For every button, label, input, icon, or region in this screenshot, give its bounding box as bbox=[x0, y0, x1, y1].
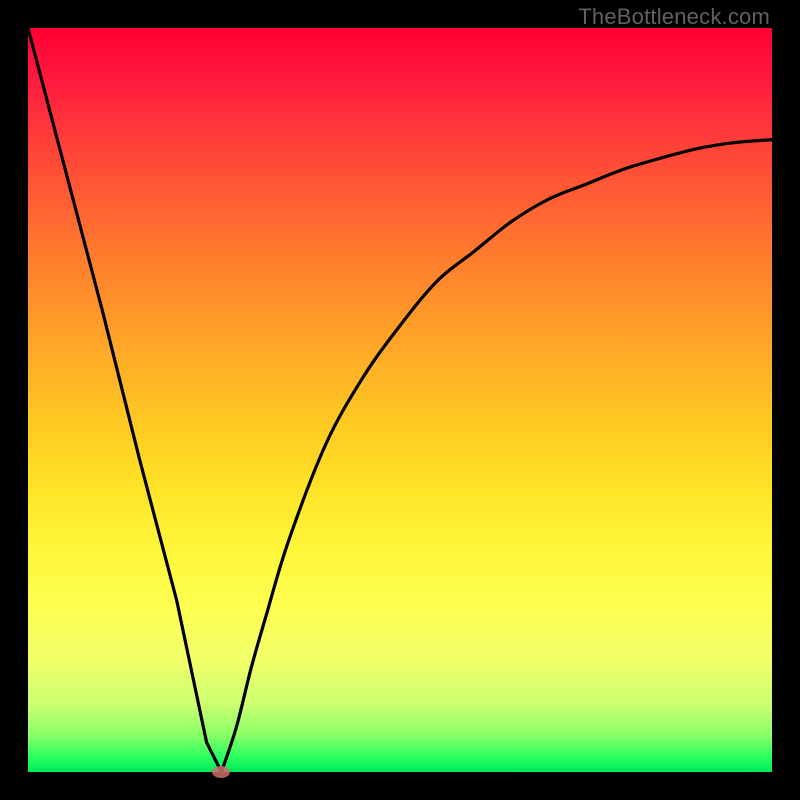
plot-frame bbox=[28, 28, 772, 772]
minimum-marker-dot bbox=[212, 766, 230, 778]
curve-path bbox=[28, 28, 772, 772]
bottleneck-curve bbox=[28, 28, 772, 772]
watermark-text: TheBottleneck.com bbox=[578, 4, 770, 30]
